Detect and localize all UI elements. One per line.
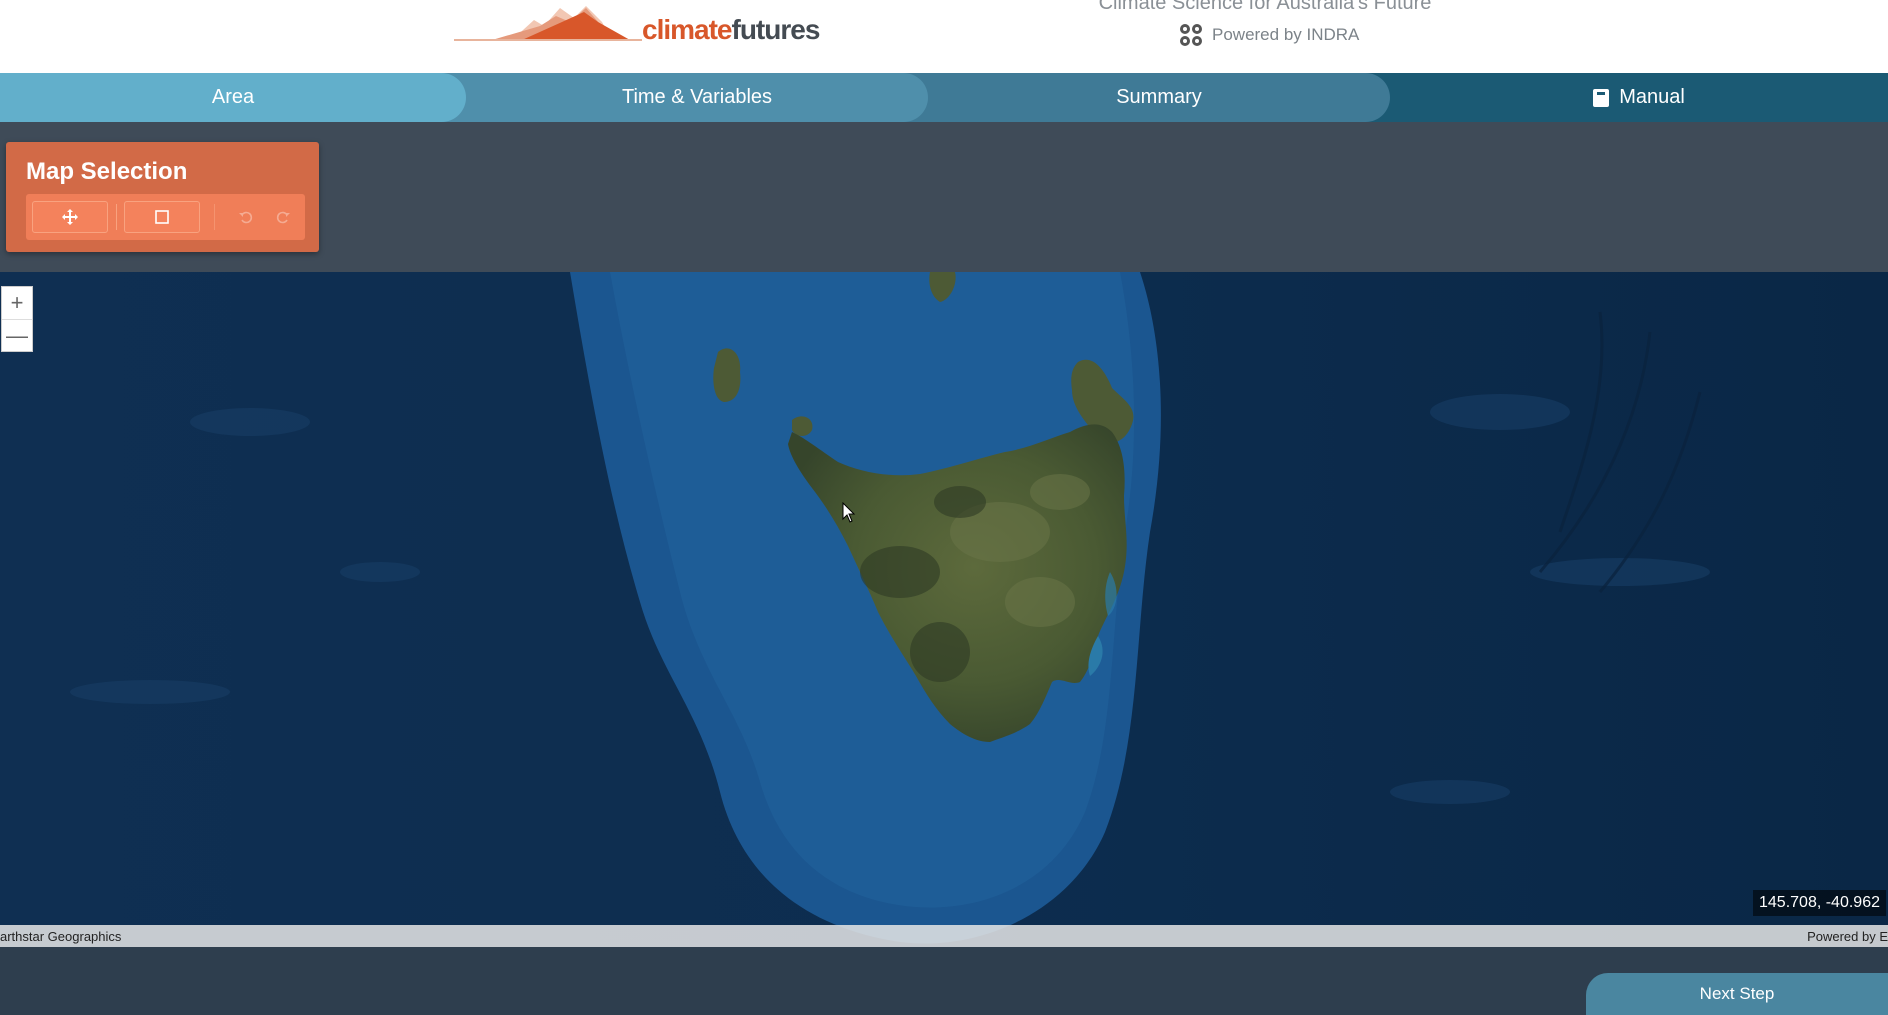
map-selection-title: Map Selection (26, 158, 188, 185)
indra-logo-icon (1180, 24, 1202, 46)
powered-by-label: Powered by INDRA (1212, 25, 1360, 44)
map-selection-panel: Map Selection (6, 142, 319, 252)
logo-wordmark: climatefutures (642, 14, 821, 46)
move-icon (62, 209, 78, 225)
satellite-map[interactable]: + — 145.708, -40.962 arthstar Geographic… (0, 272, 1888, 947)
powered-by-esri[interactable]: Powered by E (1807, 929, 1888, 944)
tab-manual-label: Manual (1619, 86, 1685, 108)
logo-text-futures: futures (731, 14, 821, 45)
undo-icon (239, 211, 253, 224)
tagline: Climate Science for Australia's Future (1098, 0, 1432, 14)
undo-button[interactable] (231, 201, 261, 233)
square-icon (155, 210, 169, 224)
step-navigation: Summary Time & Variables Area Manual (0, 73, 1888, 122)
redo-icon (276, 211, 290, 224)
book-icon (1593, 88, 1610, 107)
mouse-cursor-icon (842, 502, 856, 523)
map-attribution: arthstar Geographics Powered by E (0, 925, 1888, 947)
zoom-in-button[interactable]: + (2, 287, 32, 319)
tab-area[interactable]: Area (0, 73, 466, 122)
powered-by: Powered by INDRA (1178, 22, 1359, 48)
toolbar-divider (116, 204, 117, 230)
mountain-logo-icon (454, 6, 642, 41)
tab-area-label: Area (211, 86, 255, 108)
tool-band: Map Selection (0, 122, 1888, 272)
climate-futures-logo[interactable]: climatefutures (452, 0, 820, 45)
map-selection-toolbar (26, 194, 305, 240)
pan-tool-button[interactable] (32, 201, 108, 233)
zoom-out-button[interactable]: — (2, 319, 32, 351)
attribution-text: arthstar Geographics (0, 929, 122, 944)
tab-manual[interactable]: Manual (1390, 73, 1888, 122)
rectangle-tool-button[interactable] (124, 201, 200, 233)
cursor-coordinates: 145.708, -40.962 (1753, 890, 1886, 916)
zoom-control: + — (1, 286, 33, 352)
logo-text-climate: climate (642, 14, 732, 45)
tab-time-variables-label: Time & Variables (621, 86, 773, 108)
tab-summary-label: Summary (1116, 86, 1202, 108)
footer: Next Step (0, 947, 1888, 1015)
header: climatefutures Climate Science for Austr… (0, 0, 1888, 73)
redo-button[interactable] (268, 201, 298, 233)
next-step-button[interactable]: Next Step (1586, 973, 1888, 1015)
toolbar-divider (214, 204, 215, 230)
map-imagery (0, 272, 1888, 947)
